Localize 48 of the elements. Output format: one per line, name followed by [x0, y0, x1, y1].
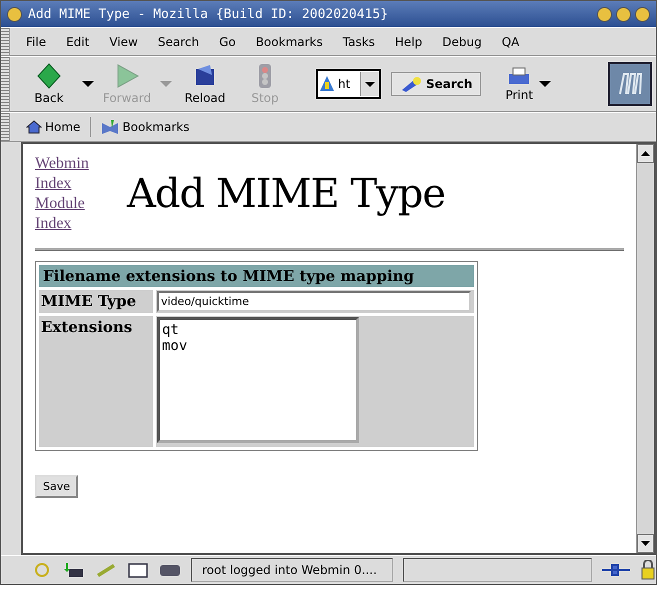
scroll-up-icon[interactable]	[641, 151, 650, 156]
flashlight-icon	[400, 76, 422, 92]
extensions-field[interactable]: qt mov	[157, 317, 359, 443]
field-label: MIME Type	[39, 290, 153, 313]
bookmarks-icon	[101, 119, 120, 135]
mime-type-field[interactable]: video/quicktime	[157, 291, 471, 312]
table-header: Filename extensions to MIME type mapping	[39, 265, 474, 287]
minimize-icon[interactable]	[597, 6, 612, 22]
menu-item[interactable]: File	[16, 34, 56, 48]
back-arrow-icon	[36, 63, 62, 89]
print-button[interactable]: Print	[505, 66, 534, 102]
toolbar-button[interactable]: Reload	[178, 63, 232, 105]
field-label: Extensions	[39, 316, 153, 447]
toolbar-grip[interactable]	[1, 57, 10, 111]
nav-link[interactable]: Module Index	[35, 194, 115, 234]
window-title: Add MIME Type - Mozilla {Build ID: 2002020415}	[28, 6, 390, 22]
personal-bar-item[interactable]: Home	[20, 120, 86, 134]
menu-item[interactable]: Debug	[432, 34, 492, 48]
scrollbar[interactable]	[636, 144, 654, 553]
menu-item[interactable]: Bookmarks	[246, 34, 333, 48]
menu-item[interactable]: Tasks	[332, 34, 385, 48]
personal-bar-item[interactable]: Bookmarks	[95, 119, 196, 135]
window-menu-icon[interactable]	[7, 6, 22, 22]
url-bar[interactable]: ht	[316, 69, 381, 99]
caret-icon[interactable]	[539, 81, 552, 87]
maximize-icon[interactable]	[616, 6, 631, 22]
caret-icon[interactable]	[365, 82, 375, 86]
plug-icon	[602, 563, 630, 577]
toolbar-grip[interactable]	[1, 113, 10, 141]
scroll-down-icon[interactable]	[641, 541, 650, 546]
status-text: root logged into Webmin 0....	[191, 558, 393, 582]
house-icon	[26, 120, 42, 134]
close-icon[interactable]	[635, 6, 650, 22]
mail-icon[interactable]	[63, 562, 85, 578]
menu-item[interactable]: Edit	[56, 34, 100, 48]
search-button[interactable]: Search	[391, 72, 482, 96]
page-title: Add MIME Type	[127, 171, 445, 217]
menu-item[interactable]: Go	[209, 34, 246, 48]
menu-item[interactable]: QA	[492, 34, 530, 48]
browser-logo	[608, 62, 652, 106]
nav-link[interactable]: Webmin Index	[35, 154, 115, 194]
menu-item[interactable]: Search	[148, 34, 210, 48]
save-button[interactable]: Save	[35, 475, 78, 498]
menu-item[interactable]: View	[99, 34, 148, 48]
menu-item[interactable]: Help	[384, 34, 432, 48]
caret-icon[interactable]	[82, 81, 94, 87]
toolbar-grip[interactable]	[1, 28, 10, 55]
toolbar-button[interactable]: Back	[22, 63, 76, 105]
